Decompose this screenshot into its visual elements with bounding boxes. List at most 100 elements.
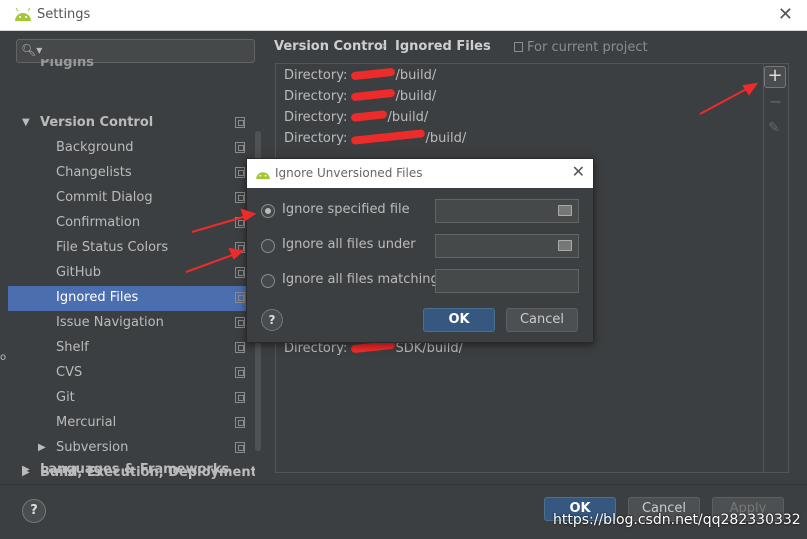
option-label: Ignore all files matching — [282, 272, 439, 287]
project-scope-icon — [235, 117, 245, 128]
list-item-prefix: Directory: — [284, 110, 352, 125]
specified-file-field[interactable] — [435, 199, 579, 223]
list-item-suffix: /build/ — [395, 68, 437, 83]
list-toolbar: + − ✎ — [764, 64, 788, 472]
folder-icon[interactable] — [558, 205, 572, 216]
sidebar-item-issue-navigation[interactable]: Issue Navigation — [8, 311, 255, 336]
edge-mark: o — [0, 352, 7, 363]
project-scope-icon — [235, 217, 245, 228]
project-scope-icon — [235, 142, 245, 153]
chevron-down-icon[interactable]: ▼ — [22, 117, 30, 128]
sidebar-item-commit-dialog[interactable]: Commit Dialog — [8, 186, 255, 211]
chevron-right-icon[interactable]: ▶ — [38, 442, 46, 453]
project-scope-icon — [235, 192, 245, 203]
android-icon — [256, 172, 270, 180]
sidebar-item-label: GitHub — [56, 265, 102, 280]
sidebar-item-label: Ignored Files — [56, 290, 139, 305]
sidebar-item-label: CVS — [56, 365, 83, 380]
page-title: Ignored Files — [395, 39, 491, 54]
sidebar-item-shelf[interactable]: Shelf — [8, 336, 255, 361]
project-scope-label: For current project — [527, 40, 648, 55]
list-item-suffix: /build/ — [425, 131, 467, 146]
sidebar-item-changelists[interactable]: Changelists — [8, 161, 255, 186]
project-scope-icon — [235, 442, 245, 453]
sidebar-item-cvs[interactable]: CVS — [8, 361, 255, 386]
list-item[interactable]: Directory: /build/ — [284, 110, 428, 130]
project-scope-icon — [514, 42, 523, 52]
list-item-suffix: /build/ — [395, 89, 437, 104]
add-button[interactable]: + — [764, 66, 786, 88]
redaction-mark — [351, 67, 396, 81]
project-scope-icon — [235, 342, 245, 353]
sidebar-item-languages-frameworks[interactable]: ▶ Languages & Frameworks — [8, 458, 255, 483]
search-icon: 🔍︎▾ — [21, 43, 43, 57]
settings-tree: Plugins ▼ Version Control Background Cha… — [8, 59, 255, 484]
ok-button[interactable]: OK — [423, 308, 495, 332]
settings-sidebar: 🔍︎▾ Plugins ▼ Version Control Background… — [0, 31, 263, 484]
sidebar-item-file-status-colors[interactable]: File Status Colors — [8, 236, 255, 261]
sidebar-item-label: Git — [56, 390, 75, 405]
list-item-prefix: Directory: — [284, 68, 352, 83]
edit-button[interactable]: ✎ — [768, 120, 780, 136]
help-button[interactable]: ? — [22, 499, 46, 523]
sidebar-item-label: Background — [56, 140, 134, 155]
list-item[interactable]: Directory: /build/ — [284, 67, 437, 88]
project-scope-icon — [235, 267, 245, 278]
remove-button[interactable]: − — [769, 92, 782, 111]
list-item-prefix: Directory: — [284, 89, 352, 104]
sidebar-item-background[interactable]: Background — [8, 136, 255, 161]
window-titlebar: Settings ✕ — [0, 0, 807, 31]
sidebar-item-mercurial[interactable]: Mercurial — [8, 411, 255, 436]
option-label: Ignore specified file — [282, 202, 410, 217]
sidebar-item-label: Changelists — [56, 165, 132, 180]
watermark-text: https://blog.csdn.net/qq282330332 — [553, 512, 801, 528]
sidebar-item-label: Mercurial — [56, 415, 117, 430]
option-label: Ignore all files under — [282, 237, 416, 252]
ignore-unversioned-dialog: Ignore Unversioned Files ✕ Ignore specif… — [246, 158, 594, 343]
help-button[interactable]: ? — [261, 309, 283, 331]
sidebar-item-label: Version Control — [40, 115, 154, 130]
project-scope-note: For current project — [514, 40, 648, 55]
list-item-suffix: SDK/build/ — [395, 341, 463, 356]
sidebar-item-label: Issue Navigation — [56, 315, 164, 330]
project-scope-icon — [235, 317, 245, 328]
sidebar-item-ignored-files[interactable]: Ignored Files — [8, 286, 255, 311]
radio-button[interactable] — [261, 274, 275, 288]
list-item[interactable]: Directory: SDK/build/ — [284, 340, 463, 361]
sidebar-item-label: Plugins — [40, 59, 94, 70]
project-scope-icon — [235, 417, 245, 428]
radio-button[interactable] — [261, 239, 275, 253]
close-icon[interactable]: ✕ — [572, 162, 585, 181]
sidebar-item-label: Languages & Frameworks — [40, 462, 230, 477]
dialog-titlebar: Ignore Unversioned Files ✕ — [247, 159, 593, 188]
project-scope-icon — [235, 242, 245, 253]
radio-button[interactable] — [261, 204, 275, 218]
sidebar-item-git[interactable]: Git — [8, 386, 255, 411]
dialog-footer: ? OK Cancel Apply https://blog.csdn.net/… — [0, 484, 807, 539]
files-matching-field[interactable] — [435, 269, 579, 293]
sidebar-item-label: Shelf — [56, 340, 89, 355]
project-scope-icon — [235, 292, 245, 303]
folder-icon[interactable] — [558, 240, 572, 251]
sidebar-item-confirmation[interactable]: Confirmation — [8, 211, 255, 236]
cancel-button[interactable]: Cancel — [506, 308, 578, 332]
redaction-mark — [351, 129, 426, 145]
project-scope-icon — [235, 392, 245, 403]
chevron-right-icon[interactable]: ▶ — [22, 464, 30, 475]
files-under-field[interactable] — [435, 234, 579, 258]
breadcrumb-separator: › — [381, 39, 387, 54]
close-icon[interactable]: ✕ — [778, 4, 793, 25]
project-scope-icon — [235, 367, 245, 378]
sidebar-item-label: Confirmation — [56, 215, 141, 230]
redaction-mark — [351, 88, 396, 102]
sidebar-item-plugins[interactable]: Plugins — [8, 59, 255, 80]
breadcrumb-parent[interactable]: Version Control — [274, 39, 387, 54]
sidebar-item-github[interactable]: GitHub — [8, 261, 255, 286]
window-title: Settings — [37, 7, 91, 22]
list-item-prefix: Directory: — [284, 341, 352, 356]
sidebar-item-version-control[interactable]: ▼ Version Control — [8, 111, 255, 136]
list-item[interactable]: Directory: /build/ — [284, 129, 467, 151]
list-item-suffix: /build/ — [387, 110, 429, 125]
sidebar-item-label: Subversion — [56, 440, 129, 455]
list-item[interactable]: Directory: /build/ — [284, 88, 437, 109]
